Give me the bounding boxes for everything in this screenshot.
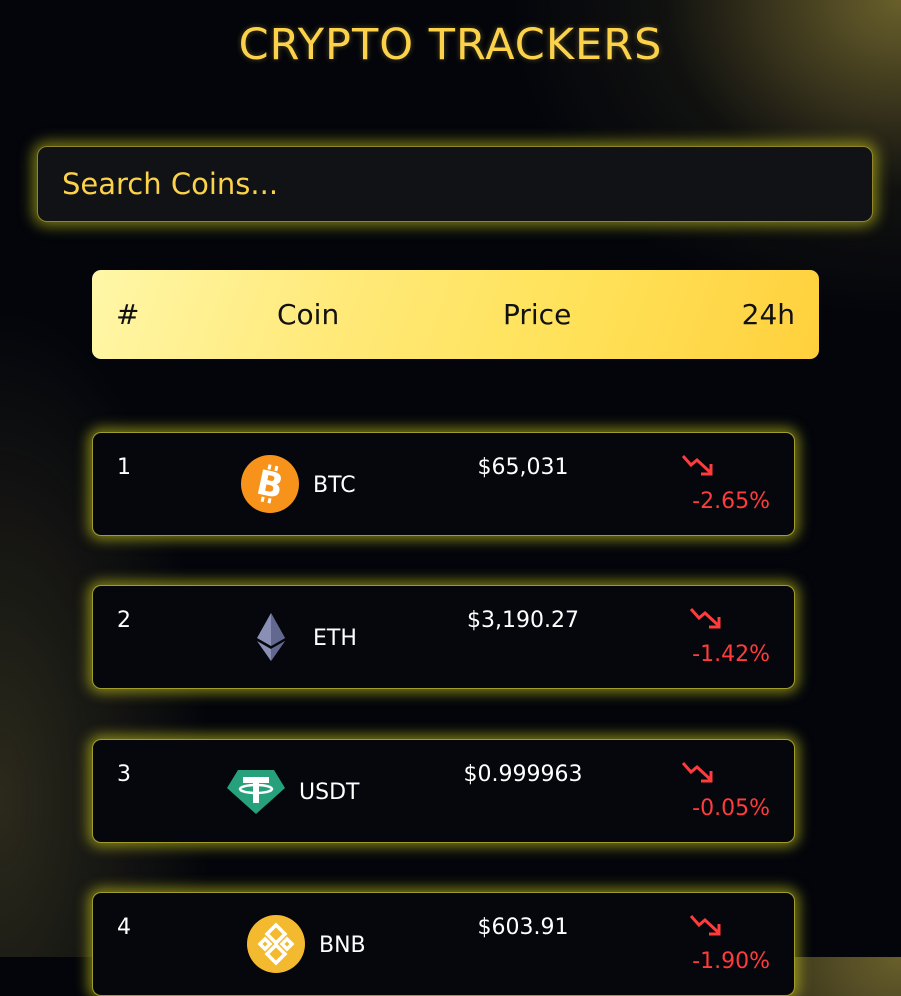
coin-row-btc[interactable]: 1 B BTC $65,031 -2.65% xyxy=(92,432,795,536)
trend-down-icon xyxy=(681,455,713,476)
search-input[interactable] xyxy=(38,166,844,202)
coin-row-eth[interactable]: 2 ETH $3,190.27 -1.42% xyxy=(92,585,795,689)
coin-symbol: BTC xyxy=(313,473,356,498)
bnb-icon xyxy=(247,915,305,973)
coin-price: $3,190.27 xyxy=(467,608,579,633)
coin-row-usdt[interactable]: 3 USDT $0.999963 -0.05% xyxy=(92,739,795,843)
coin-symbol: ETH xyxy=(313,626,357,651)
coin-change: -0.05% xyxy=(692,796,770,821)
coin-change: -1.90% xyxy=(692,949,770,974)
coin-row-bnb[interactable]: 4 BNB $603.91 -1.90% xyxy=(92,892,795,996)
header-coin: Coin xyxy=(277,298,340,331)
header-price: Price xyxy=(503,298,572,331)
search-box[interactable] xyxy=(37,146,873,222)
coin-price: $0.999963 xyxy=(463,762,583,787)
coin-rank: 3 xyxy=(117,762,131,787)
coin-price: $65,031 xyxy=(477,455,569,480)
header-rank: # xyxy=(116,298,140,331)
tether-icon xyxy=(227,770,285,814)
coin-symbol: USDT xyxy=(299,780,360,805)
coin-symbol: BNB xyxy=(319,933,366,958)
coin-rank: 2 xyxy=(117,608,131,633)
trend-down-icon xyxy=(681,762,713,783)
coin-rank: 4 xyxy=(117,915,131,940)
coin-change: -2.65% xyxy=(692,489,770,514)
trend-down-icon xyxy=(689,608,721,629)
header-24h: 24h xyxy=(741,298,795,331)
page-title: CRYPTO TRACKERS xyxy=(238,20,663,70)
coin-price: $603.91 xyxy=(477,915,569,940)
table-header: # Coin Price 24h xyxy=(92,270,819,359)
trend-down-icon xyxy=(689,915,721,936)
coin-change: -1.42% xyxy=(692,642,770,667)
ethereum-icon xyxy=(257,613,285,661)
bitcoin-icon: B xyxy=(241,455,299,513)
coin-rank: 1 xyxy=(117,455,131,480)
